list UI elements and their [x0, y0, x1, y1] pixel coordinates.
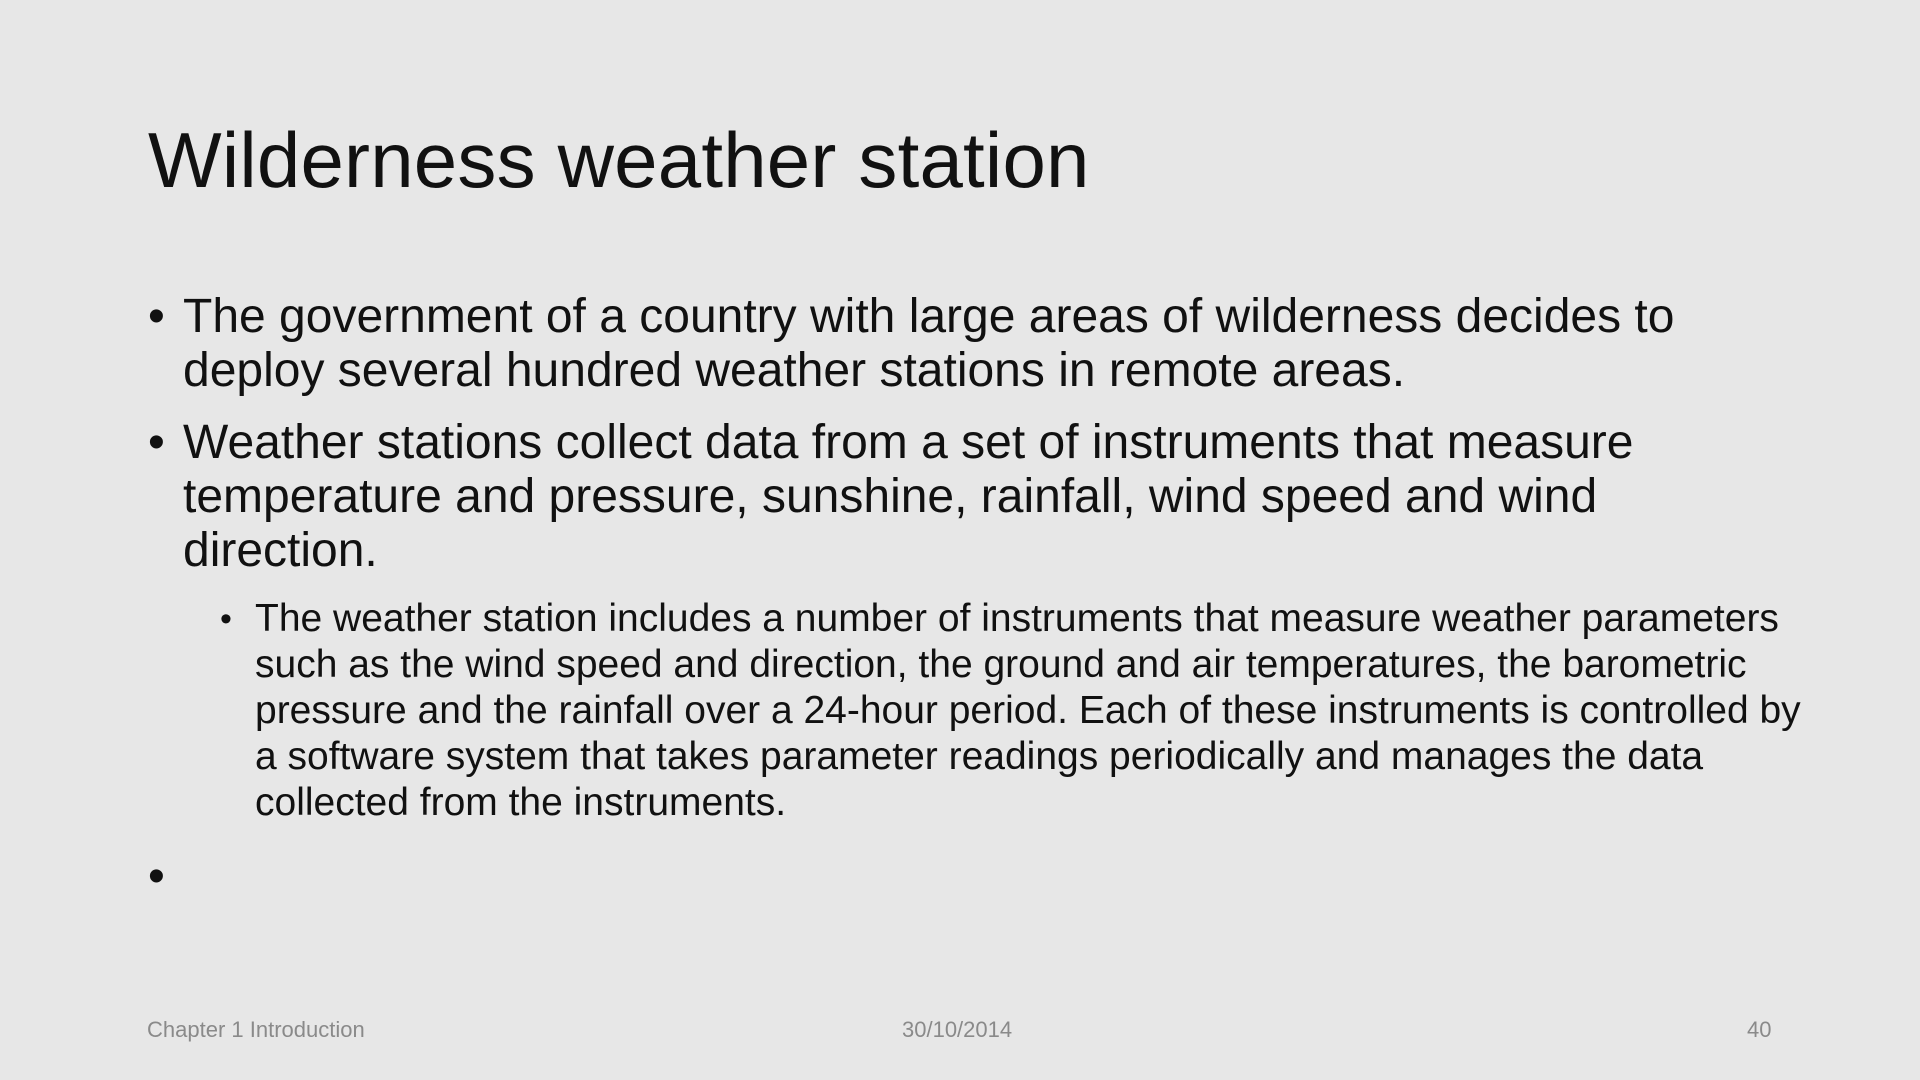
sub-bullet-text: The weather station includes a number of…: [255, 597, 1801, 824]
bullet-marker: •: [148, 416, 165, 469]
bullet-item-1: • The government of a country with large…: [148, 290, 1788, 398]
bullet-text: Weather stations collect data from a set…: [183, 416, 1634, 577]
footer-date: 30/10/2014: [902, 1017, 1013, 1042]
bullet-item-2: • Weather stations collect data from a s…: [148, 416, 1788, 578]
empty-bullet-item: •: [148, 850, 165, 903]
sub-bullet-item-1: • The weather station includes a number …: [220, 596, 1815, 826]
slide-title: Wilderness weather station: [148, 116, 1090, 204]
footer-page-number: 40: [1747, 1017, 1772, 1042]
bullet-marker: •: [148, 290, 165, 343]
footer-chapter: Chapter 1 Introduction: [147, 1017, 365, 1042]
presentation-slide: Wilderness weather station • The governm…: [0, 0, 1920, 1080]
slide-content: • The government of a country with large…: [148, 290, 1801, 904]
bullet-text: The government of a country with large a…: [183, 290, 1675, 397]
sub-bullet-marker: •: [220, 600, 232, 638]
